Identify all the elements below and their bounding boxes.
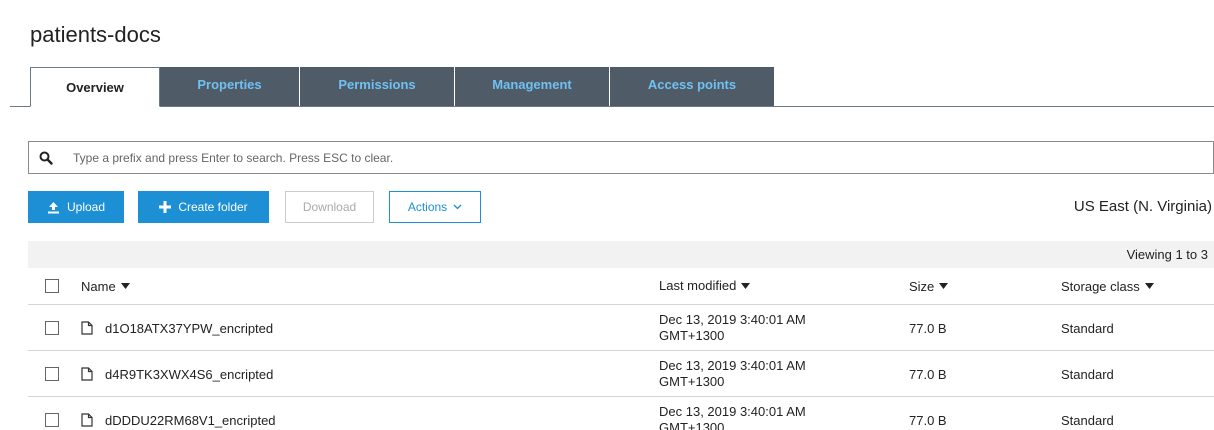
search-icon bbox=[39, 148, 59, 168]
upload-icon bbox=[47, 201, 60, 214]
viewing-bar: Viewing 1 to 3 bbox=[28, 241, 1214, 268]
chevron-down-icon bbox=[453, 204, 462, 210]
download-button[interactable]: Download bbox=[285, 191, 374, 223]
sort-down-icon bbox=[741, 283, 751, 289]
tab-overview[interactable]: Overview bbox=[30, 67, 160, 107]
last-modified-date: Dec 13, 2019 3:40:01 AM bbox=[659, 312, 806, 327]
sort-down-icon bbox=[939, 283, 949, 289]
table-row[interactable]: d1O18ATX37YPW_encripted Dec 13, 2019 3:4… bbox=[28, 306, 1214, 351]
column-header-storage-class[interactable]: Storage class bbox=[1061, 268, 1154, 304]
viewing-label: Viewing 1 to 3 bbox=[1126, 247, 1208, 262]
last-modified-zone: GMT+1300 bbox=[659, 374, 725, 389]
tab-bar: Overview Properties Permissions Manageme… bbox=[10, 67, 1214, 107]
last-modified-date: Dec 13, 2019 3:40:01 AM bbox=[659, 358, 806, 373]
upload-button[interactable]: Upload bbox=[28, 191, 124, 223]
last-modified-zone: GMT+1300 bbox=[659, 420, 725, 430]
file-name-link[interactable]: dDDDU22RM68V1_encripted bbox=[105, 413, 276, 428]
file-size: 77.0 B bbox=[909, 366, 947, 382]
file-size: 77.0 B bbox=[909, 412, 947, 428]
upload-label: Upload bbox=[66, 200, 106, 214]
tab-access-points[interactable]: Access points bbox=[610, 67, 775, 106]
storage-class: Standard bbox=[1061, 366, 1114, 382]
row-checkbox[interactable] bbox=[45, 321, 59, 335]
file-size: 77.0 B bbox=[909, 320, 947, 336]
row-checkbox[interactable] bbox=[45, 413, 59, 427]
actions-button[interactable]: Actions bbox=[389, 191, 481, 223]
file-name-link[interactable]: d4R9TK3XWX4S6_encripted bbox=[105, 367, 273, 382]
row-checkbox[interactable] bbox=[45, 367, 59, 381]
sort-down-icon bbox=[120, 283, 130, 289]
file-icon bbox=[81, 321, 93, 335]
column-header-last-modified[interactable]: Last modified bbox=[659, 268, 859, 304]
table-row[interactable]: d4R9TK3XWX4S6_encripted Dec 13, 2019 3:4… bbox=[28, 352, 1214, 397]
actions-label: Actions bbox=[407, 200, 448, 214]
create-folder-button[interactable]: Create folder bbox=[138, 191, 269, 223]
search-box[interactable] bbox=[28, 141, 1214, 174]
table-header: Name Last modified Size Storage class bbox=[28, 268, 1214, 305]
file-icon bbox=[81, 413, 93, 427]
bucket-title: patients-docs bbox=[30, 22, 161, 47]
column-header-size[interactable]: Size bbox=[909, 268, 949, 304]
sort-down-icon bbox=[1144, 283, 1154, 289]
file-name-link[interactable]: d1O18ATX37YPW_encripted bbox=[105, 321, 273, 336]
storage-class: Standard bbox=[1061, 320, 1114, 336]
plus-icon bbox=[159, 201, 172, 213]
storage-class: Standard bbox=[1061, 412, 1114, 428]
tab-permissions[interactable]: Permissions bbox=[300, 67, 455, 106]
column-header-name[interactable]: Name bbox=[81, 268, 130, 304]
last-modified-date: Dec 13, 2019 3:40:01 AM bbox=[659, 404, 806, 419]
search-input[interactable] bbox=[73, 150, 973, 165]
region-label: US East (N. Virginia) bbox=[1073, 198, 1212, 215]
create-folder-label: Create folder bbox=[178, 200, 248, 214]
last-modified-zone: GMT+1300 bbox=[659, 328, 725, 343]
file-icon bbox=[81, 367, 93, 381]
tab-properties[interactable]: Properties bbox=[160, 67, 300, 106]
tab-management[interactable]: Management bbox=[455, 67, 610, 106]
table-row[interactable]: dDDDU22RM68V1_encripted Dec 13, 2019 3:4… bbox=[28, 398, 1214, 430]
select-all-checkbox[interactable] bbox=[45, 279, 59, 293]
